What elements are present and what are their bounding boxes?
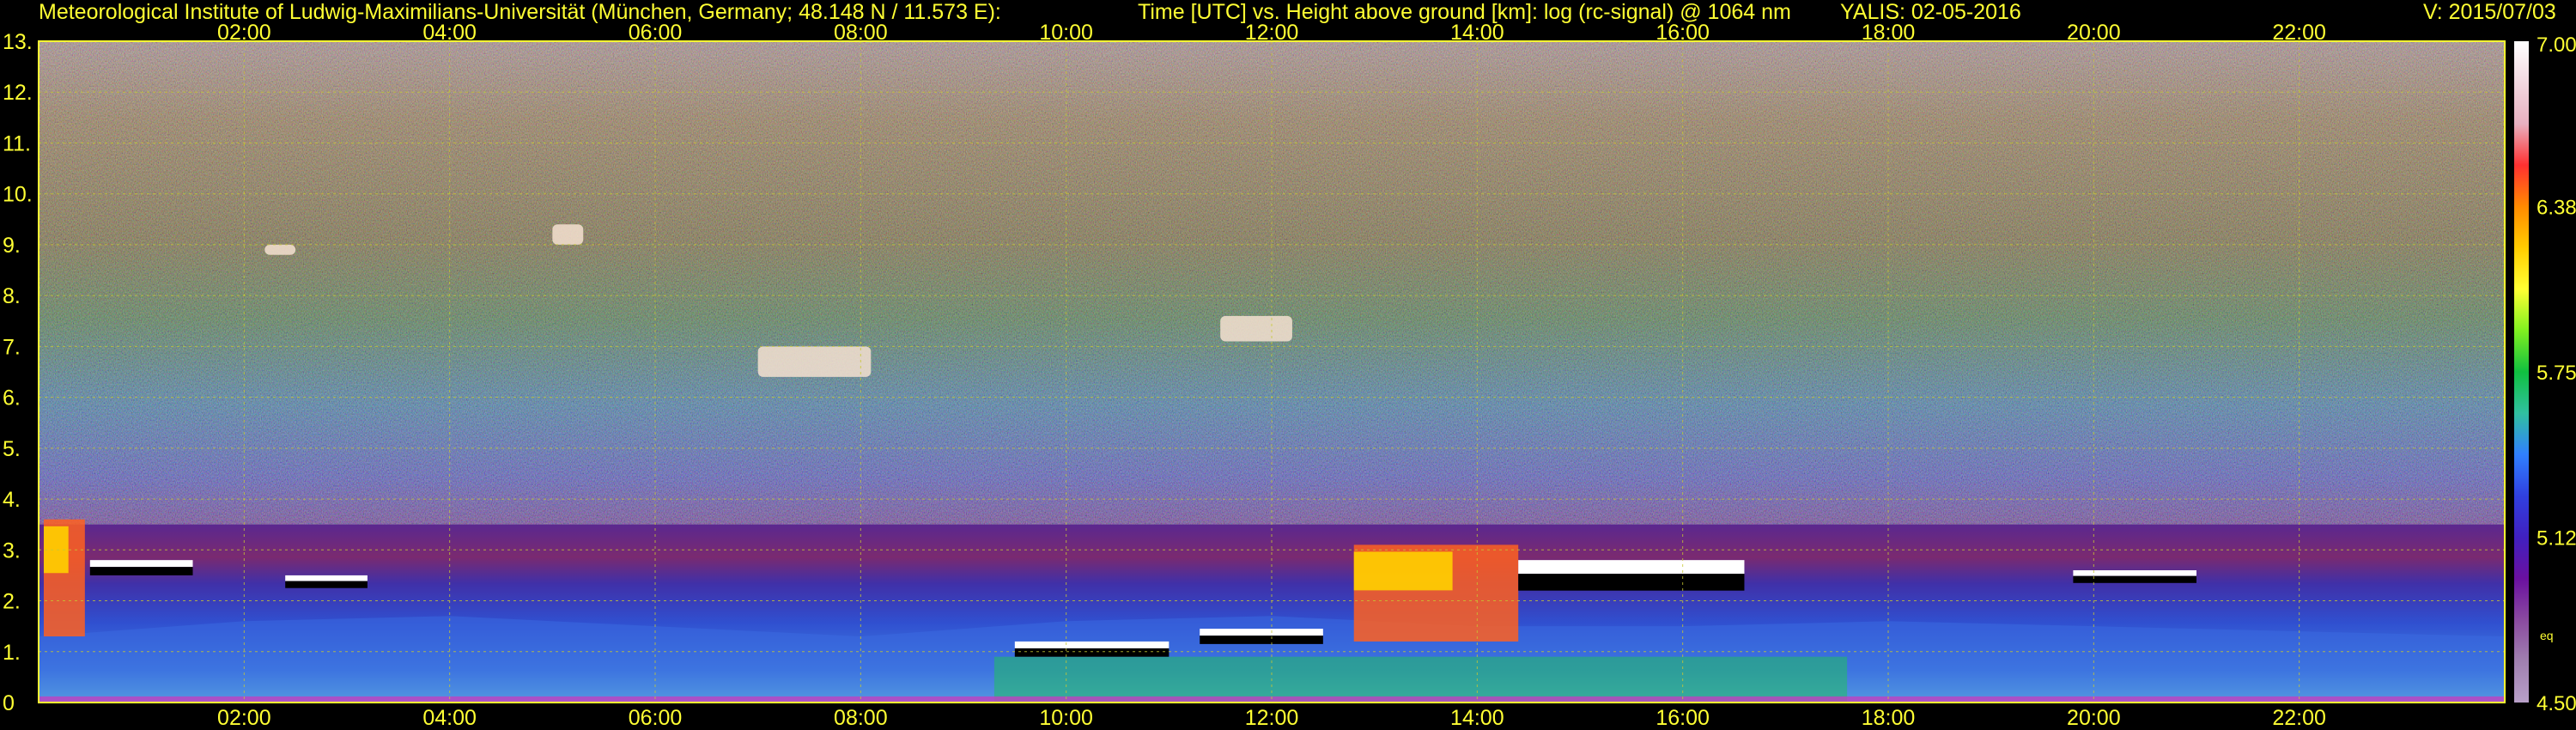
y-tick-label: 1.: [3, 641, 21, 665]
x-tick-label-top: 16:00: [1656, 21, 1710, 45]
colorbar: 7.00 6.38 5.75 5.12 4.50 eq: [2514, 33, 2576, 715]
cloud-layer: [264, 244, 296, 255]
cloud-layer: [1518, 560, 1745, 591]
lidar-quicklook-chart: 02:00 04:00 06:00 08:00 10:00 12:00 14:00 16:00…: [3, 21, 2576, 730]
x-tick-label-bottom: 06:00: [629, 706, 683, 730]
x-tick-label-bottom: 02:00: [217, 706, 271, 730]
y-tick-label: 9.: [3, 234, 21, 258]
x-tick-label-bottom: 04:00: [422, 706, 477, 730]
x-tick-label-top: 14:00: [1450, 21, 1504, 45]
y-tick-label: 5.: [3, 437, 21, 461]
x-tick-label-top: 10:00: [1039, 21, 1093, 45]
y-tick-label: 7.: [3, 335, 21, 359]
x-tick-label-bottom: 10:00: [1039, 706, 1093, 730]
cloud-layer: [2073, 570, 2196, 583]
y-tick-label: 8.: [3, 284, 21, 308]
y-tick-label: 12.: [3, 81, 33, 105]
x-tick-label-top: 06:00: [629, 21, 683, 45]
cloud-layer: [285, 575, 368, 588]
x-tick-label-top: 04:00: [422, 21, 477, 45]
y-tick-label: 0: [3, 691, 15, 715]
x-tick-label-bottom: 14:00: [1450, 706, 1504, 730]
x-tick-label-top: 08:00: [834, 21, 888, 45]
cloud-layer: [1353, 544, 1519, 642]
y-tick-label: 4.: [3, 488, 21, 512]
y-tick-label: 3.: [3, 538, 21, 563]
colorbar-tick-label: 5.12: [2537, 527, 2576, 551]
cloud-layer: [43, 519, 85, 636]
colorbar-unit-label: eq: [2540, 629, 2554, 642]
colorbar-ramp: [2514, 41, 2529, 703]
cloud-layer: [89, 560, 193, 575]
colorbar-tick-label: 6.38: [2537, 197, 2576, 220]
colorbar-tick-label: 5.75: [2537, 362, 2576, 385]
x-tick-label-top: 02:00: [217, 21, 271, 45]
aerosol-daytime-band: [993, 656, 1848, 703]
y-tick-label: 11.: [3, 131, 31, 155]
x-tick-label-bottom: 16:00: [1656, 706, 1710, 730]
cloud-layer: [1220, 315, 1292, 342]
y-tick-label: 2.: [3, 590, 21, 614]
y-tick-label: 13.: [3, 30, 33, 54]
x-tick-label-bottom: 08:00: [834, 706, 888, 730]
x-tick-label-bottom: 18:00: [1862, 706, 1916, 730]
x-tick-label-bottom: 20:00: [2067, 706, 2121, 730]
cloud-layer: [1014, 641, 1170, 657]
x-tick-label-top: 22:00: [2272, 21, 2326, 45]
colorbar-tick-label: 7.00: [2537, 33, 2576, 57]
x-tick-label-bottom: 12:00: [1245, 706, 1299, 730]
cloud-layer: [757, 346, 872, 377]
y-tick-label: 10.: [3, 183, 33, 207]
y-tick-label: 6.: [3, 386, 21, 411]
x-tick-label-top: 18:00: [1862, 21, 1916, 45]
colorbar-tick-label: 4.50: [2537, 692, 2576, 715]
y-ticks: 0 1. 2. 3. 4. 5. 6. 7. 8. 9. 10. 11. 12. 13.: [3, 30, 33, 715]
cloud-layer: [552, 224, 584, 245]
x-tick-label-top: 12:00: [1245, 21, 1299, 45]
x-ticks-bottom: 02:00 04:00 06:00 08:00 10:00 12:00 14:00 16:00…: [217, 706, 2326, 730]
x-tick-label-bottom: 22:00: [2272, 706, 2326, 730]
cloud-layer: [1200, 629, 1323, 644]
x-tick-label-top: 20:00: [2067, 21, 2121, 45]
